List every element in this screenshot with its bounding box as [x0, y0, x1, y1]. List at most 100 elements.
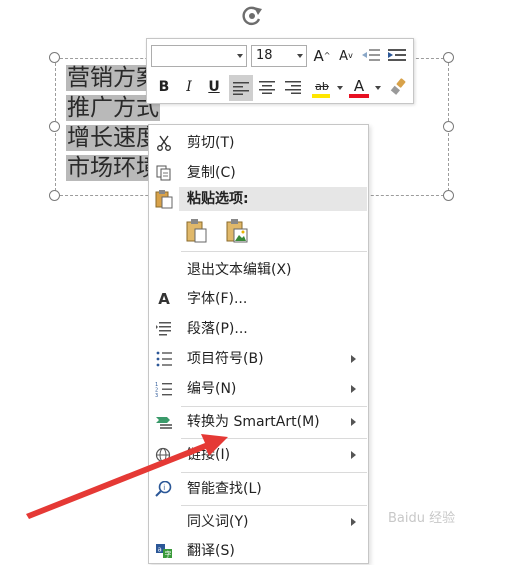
menu-item-font[interactable]: A 字体(F)... — [149, 285, 368, 313]
font-size-combobox[interactable]: 18 — [251, 45, 307, 67]
menu-item-translate[interactable]: a 字 翻译(S) — [149, 537, 368, 565]
menu-item-synonyms[interactable]: 同义词(Y) — [149, 508, 368, 536]
align-center-icon — [259, 81, 275, 94]
decrease-indent-icon[interactable] — [361, 47, 381, 65]
menu-item-numbering[interactable]: 1 2 3 编号(N) — [149, 375, 368, 403]
menu-separator — [181, 472, 367, 473]
submenu-arrow-icon — [351, 451, 356, 459]
paragraph-icon — [156, 322, 171, 336]
svg-text:字: 字 — [165, 550, 172, 559]
menu-separator — [181, 505, 367, 506]
rotate-handle-icon[interactable] — [238, 2, 266, 30]
align-right-button[interactable] — [281, 76, 305, 98]
grow-font-icon: A — [313, 47, 324, 65]
smart-lookup-icon: i — [155, 481, 172, 497]
selected-text: 市场环境 — [66, 155, 160, 181]
highlight-color-bar — [312, 94, 330, 98]
chevron-down-icon[interactable] — [237, 54, 243, 58]
menu-item-label: 字体(F)... — [187, 291, 248, 307]
bullets-icon — [156, 351, 172, 367]
menu-item-copy[interactable]: 复制(C) — [149, 159, 368, 187]
menu-separator — [181, 251, 367, 252]
underline-button[interactable]: U — [203, 76, 225, 98]
paste-keep-formatting-button[interactable] — [185, 218, 211, 244]
menu-item-label: 转换为 SmartArt(M) — [187, 414, 320, 430]
submenu-arrow-icon — [351, 518, 356, 526]
resize-handle-right[interactable] — [443, 121, 454, 132]
resize-handle-bottom-right[interactable] — [443, 190, 454, 201]
svg-text:a: a — [158, 546, 162, 554]
selected-text: 增长速度 — [66, 125, 160, 151]
resize-handle-top-left[interactable] — [49, 52, 60, 63]
font-size-value: 18 — [256, 48, 273, 63]
highlight-color-button[interactable]: ab — [309, 75, 335, 98]
scissors-icon — [157, 135, 171, 151]
font-icon: A — [158, 290, 170, 308]
svg-text:i: i — [163, 484, 165, 492]
increase-indent-icon[interactable] — [387, 47, 407, 65]
font-name-combobox[interactable] — [151, 45, 247, 67]
menu-item-label: 退出文本编辑(X) — [187, 262, 292, 278]
menu-item-label: 段落(P)... — [187, 321, 248, 337]
submenu-arrow-icon — [351, 355, 356, 363]
chevron-down-icon[interactable] — [337, 86, 343, 90]
text-line[interactable]: 市场环境 — [66, 153, 160, 183]
paste-keep-formatting-icon — [186, 219, 207, 243]
numbering-icon: 1 2 3 — [155, 382, 172, 397]
menu-item-label: 链接(I) — [187, 447, 231, 463]
menu-item-label: 复制(C) — [187, 165, 236, 181]
grow-font-button[interactable]: A^ — [311, 45, 333, 67]
paste-picture-button[interactable] — [225, 218, 251, 244]
paste-options-header: 粘贴选项: — [179, 187, 367, 211]
globe-link-icon — [155, 447, 171, 463]
resize-handle-left[interactable] — [49, 121, 60, 132]
align-left-icon — [233, 82, 249, 95]
menu-item-label: 同义词(Y) — [187, 514, 249, 530]
align-right-icon — [285, 81, 301, 94]
menu-item-bullets[interactable]: 项目符号(B) — [149, 345, 368, 373]
paste-options-label: 粘贴选项: — [187, 191, 249, 207]
format-painter-icon[interactable] — [389, 77, 409, 97]
copy-icon — [156, 165, 171, 181]
submenu-arrow-icon — [351, 418, 356, 426]
shrink-font-icon: A — [339, 49, 349, 64]
menu-item-paragraph[interactable]: 段落(P)... — [149, 315, 368, 343]
resize-handle-top-right[interactable] — [443, 52, 454, 63]
text-line[interactable]: 增长速度 — [66, 123, 160, 153]
menu-item-label: 项目符号(B) — [187, 351, 264, 367]
italic-icon: I — [186, 79, 192, 95]
chevron-down-icon[interactable] — [297, 54, 303, 58]
paste-icon — [155, 190, 173, 209]
bold-icon: B — [158, 79, 170, 95]
highlighter-icon: ab — [315, 80, 329, 93]
font-color-bar — [349, 94, 369, 98]
menu-item-label: 翻译(S) — [187, 543, 235, 559]
menu-item-link[interactable]: 链接(I) — [149, 441, 368, 469]
menu-item-label: 智能查找(L) — [187, 481, 262, 497]
font-color-icon: A — [353, 77, 365, 95]
font-color-button[interactable]: A — [347, 75, 371, 98]
menu-item-cut[interactable]: 剪切(T) — [149, 129, 368, 157]
resize-handle-bottom-left[interactable] — [49, 190, 60, 201]
menu-item-smart-lookup[interactable]: i 智能查找(L) — [149, 475, 368, 503]
chevron-down-icon[interactable] — [375, 86, 381, 90]
menu-separator — [181, 406, 367, 407]
menu-separator — [181, 438, 367, 439]
watermark: Baidu 经验 — [388, 511, 456, 526]
menu-item-convert-smartart[interactable]: 转换为 SmartArt(M) — [149, 408, 368, 436]
paste-picture-icon — [226, 219, 248, 243]
submenu-arrow-icon — [351, 385, 356, 393]
mini-toolbar: 18 A^ Av B I U ab A — [146, 38, 414, 104]
svg-text:3: 3 — [155, 393, 158, 397]
menu-item-label: 编号(N) — [187, 381, 237, 397]
align-center-button[interactable] — [255, 76, 279, 98]
italic-button[interactable]: I — [178, 76, 200, 98]
menu-item-label: 剪切(T) — [187, 135, 235, 151]
bold-button[interactable]: B — [153, 76, 175, 98]
align-left-button[interactable] — [229, 75, 253, 101]
shrink-font-button[interactable]: Av — [335, 45, 357, 67]
menu-item-exit-text-edit[interactable]: 退出文本编辑(X) — [149, 256, 368, 284]
context-menu: 剪切(T) 复制(C) 粘贴选项: 退出文本编辑(X) A 字体(F)... 段… — [148, 124, 369, 564]
smartart-icon — [156, 417, 172, 429]
underline-icon: U — [208, 79, 220, 95]
